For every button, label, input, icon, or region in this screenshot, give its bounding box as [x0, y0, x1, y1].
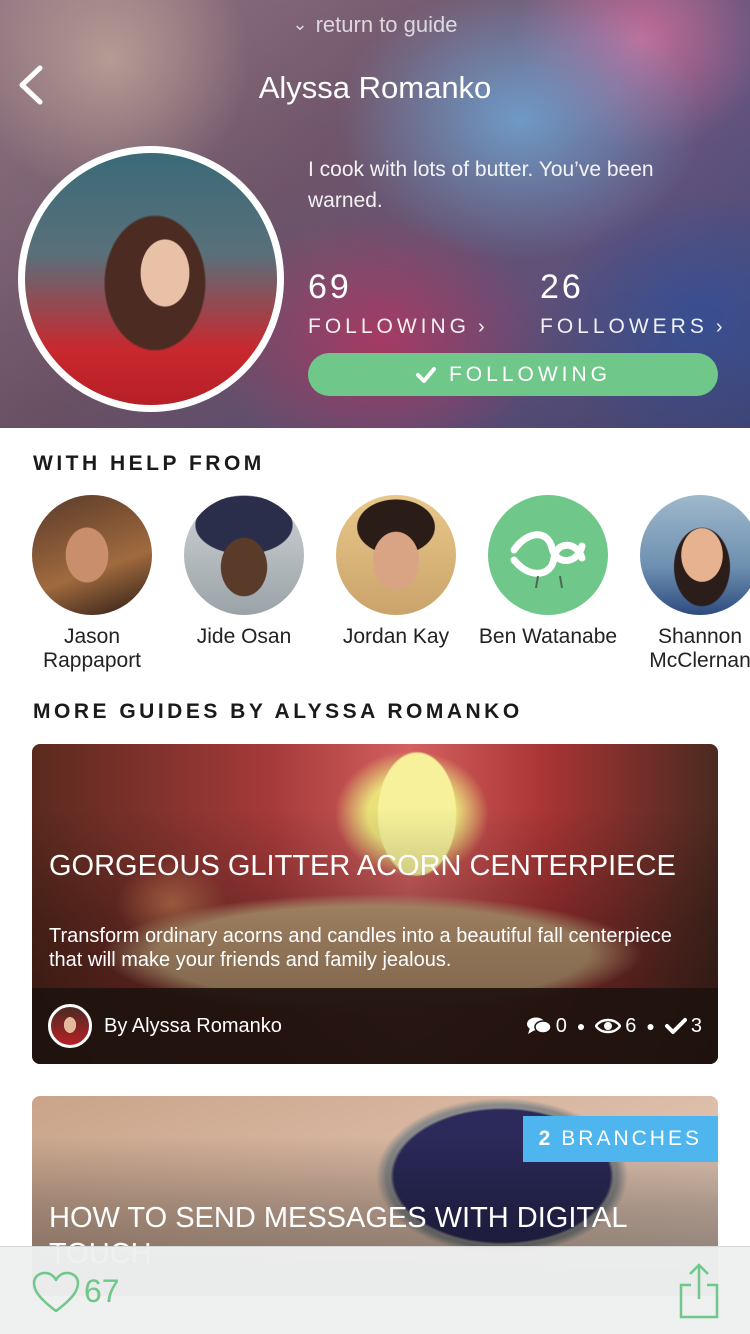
guides-section-title: MORE GUIDES BY ALYSSA ROMANKO: [33, 700, 523, 723]
bottom-toolbar: 67: [0, 1246, 750, 1334]
guide-card[interactable]: GORGEOUS GLITTER ACORN CENTERPIECE Trans…: [32, 744, 718, 1064]
following-label: FOLLOWING ›: [308, 315, 489, 338]
share-button[interactable]: [678, 1263, 720, 1319]
chevron-right-icon: ›: [715, 316, 727, 338]
profile-header: ⌄ return to guide Alyssa Romanko I cook w…: [0, 0, 750, 428]
chevron-down-icon: ⌄: [292, 14, 308, 34]
helper-name: Ben Watanabe: [478, 625, 618, 648]
help-section-title: WITH HELP FROM: [33, 452, 265, 475]
avatar: [32, 495, 152, 615]
profile-avatar: [18, 146, 284, 412]
helper-item[interactable]: Ben Watanabe: [472, 495, 624, 649]
heart-icon: [32, 1271, 80, 1313]
return-to-guide-link[interactable]: ⌄ return to guide: [0, 12, 750, 38]
return-label: return to guide: [315, 12, 458, 37]
following-button[interactable]: FOLLOWING: [308, 353, 718, 396]
guide-author[interactable]: By Alyssa Romanko: [104, 1015, 526, 1038]
helper-item[interactable]: Jide Osan: [168, 495, 320, 649]
helper-name: Jide Osan: [196, 625, 292, 648]
followers-stat[interactable]: 26 FOLLOWERS ›: [540, 268, 727, 339]
chevron-right-icon: ›: [478, 316, 489, 338]
branches-badge: 2 BRANCHES: [522, 1116, 718, 1162]
like-button[interactable]: [32, 1271, 80, 1315]
following-count: 69: [308, 268, 352, 306]
helper-item[interactable]: Jordan Kay: [320, 495, 472, 649]
helper-item[interactable]: Shannon McClernan: [624, 495, 750, 673]
helpers-list: Jason Rappaport Jide Osan Jordan Kay Ben…: [0, 495, 750, 685]
avatar: [640, 495, 750, 615]
knot-logo-icon: [510, 531, 586, 589]
guide-stats: 0 ● 6 ● 3: [526, 1015, 702, 1038]
eye-icon: [595, 1018, 622, 1034]
comments-count: 0: [555, 1014, 567, 1037]
avatar: [488, 495, 608, 615]
guide-description: Transform ordinary acorns and candles in…: [49, 925, 672, 971]
branches-count: 2: [538, 1127, 554, 1150]
like-count: 67: [84, 1273, 120, 1309]
views-count: 6: [625, 1014, 637, 1037]
author-avatar: [48, 1004, 92, 1048]
helper-item[interactable]: Jason Rappaport: [16, 495, 168, 673]
followers-label: FOLLOWERS ›: [540, 315, 727, 338]
avatar: [184, 495, 304, 615]
following-stat[interactable]: 69 FOLLOWING ›: [308, 268, 489, 339]
branches-label: BRANCHES: [561, 1127, 702, 1150]
guide-title: GORGEOUS GLITTER ACORN CENTERPIECE: [49, 850, 676, 882]
helper-name: Jason Rappaport: [42, 625, 142, 672]
profile-name: Alyssa Romanko: [258, 70, 492, 105]
guide-footer: By Alyssa Romanko 0 ● 6 ● 3: [32, 988, 718, 1064]
helper-name: Shannon McClernan: [649, 625, 750, 672]
share-icon: [679, 1263, 719, 1319]
completed-count: 3: [690, 1014, 702, 1037]
helper-name: Jordan Kay: [342, 625, 450, 648]
check-icon: [664, 1018, 687, 1034]
following-button-label: FOLLOWING: [448, 362, 611, 386]
profile-bio: I cook with lots of butter. You’ve been …: [308, 158, 654, 212]
avatar: [336, 495, 456, 615]
check-icon: [415, 366, 436, 383]
followers-count: 26: [540, 268, 584, 306]
comments-icon: [526, 1017, 552, 1034]
